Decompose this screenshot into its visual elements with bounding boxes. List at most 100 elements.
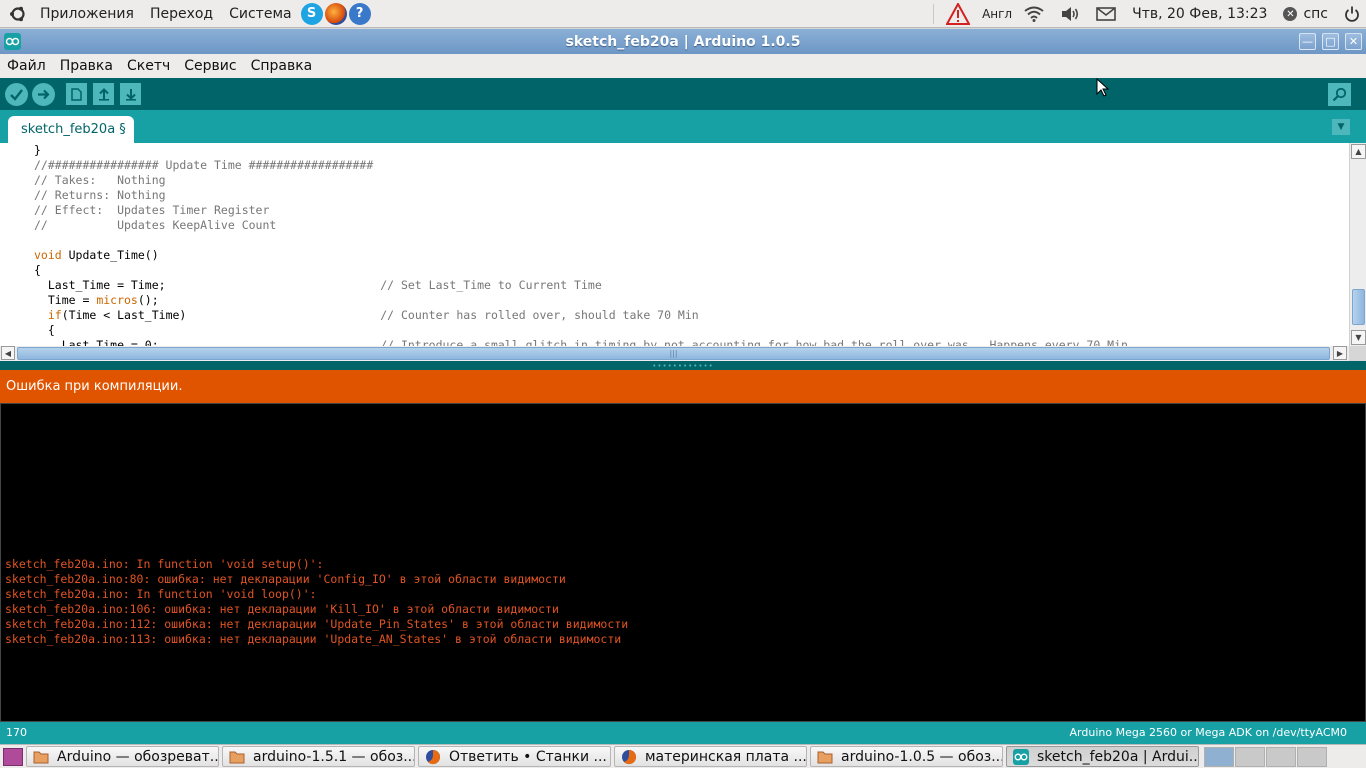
minimize-button[interactable]: — [1299, 33, 1316, 50]
firefox-icon [426, 749, 441, 764]
taskbar-item[interactable]: Ответить • Станки ... [418, 746, 611, 767]
new-button[interactable] [66, 83, 87, 105]
footer-bar: 170 Arduino Mega 2560 or Mega ADK on /de… [0, 722, 1366, 744]
tab-sketch[interactable]: sketch_feb20a § [8, 116, 134, 143]
taskbar-item[interactable]: материнская плата ... [614, 746, 807, 767]
arduino-app-icon[interactable] [4, 33, 21, 50]
menu-help[interactable]: Справка [244, 54, 320, 78]
taskbar-item-active[interactable]: sketch_feb20a | Ardui... [1006, 746, 1199, 767]
scroll-left-arrow-icon[interactable]: ◀ [1, 346, 15, 360]
verify-button[interactable] [5, 83, 28, 106]
workspace-switcher[interactable] [1203, 746, 1327, 767]
menu-edit[interactable]: Правка [53, 54, 120, 78]
taskbar-item-label: материнская плата ... [645, 748, 807, 765]
save-button[interactable] [120, 83, 141, 105]
workspace-1[interactable] [1204, 746, 1234, 767]
help-icon[interactable]: ? [348, 2, 371, 25]
status-bar: Ошибка при компиляции. [0, 370, 1366, 403]
taskbar-item-label: arduino-1.0.5 — обоз... [841, 748, 1003, 765]
code-line: } [34, 143, 41, 157]
menu-file[interactable]: Файл [0, 54, 53, 78]
code-line: { [34, 263, 41, 277]
new-file-icon [71, 87, 82, 101]
horizontal-scroll-thumb[interactable]: ||| [17, 347, 1330, 360]
board-info: Arduino Mega 2560 or Mega ADK on /dev/tt… [1069, 726, 1347, 739]
code-line: if(Time < Last_Time) // Counter has roll… [47, 308, 699, 322]
close-button[interactable]: ✕ [1345, 33, 1362, 50]
keyboard-layout-indicator[interactable]: Англ [980, 0, 1014, 28]
system-tray: Англ Чтв, 20 Фев, 13:23 ✕ спс [931, 0, 1366, 28]
menu-sketch[interactable]: Скетч [120, 54, 177, 78]
tab-bar: sketch_feb20a § ▼ [0, 110, 1366, 143]
code-line: Last_Time = Time; // Set Last_Time to Cu… [34, 278, 602, 292]
scroll-down-arrow-icon[interactable]: ▼ [1351, 330, 1366, 345]
window-title: sketch_feb20a | Arduino 1.0.5 [565, 33, 801, 50]
mail-icon[interactable] [1090, 0, 1122, 28]
console-line: sketch_feb20a.ino:113: ошибка: нет декла… [5, 632, 622, 646]
warning-icon[interactable] [940, 0, 976, 28]
vertical-scroll-thumb[interactable] [1352, 289, 1365, 325]
tab-menu-button[interactable]: ▼ [1332, 119, 1350, 135]
code-line: { [34, 323, 55, 337]
firefox-icon [622, 749, 637, 764]
taskbar: Arduino — обозреват... arduino-1.5.1 — о… [0, 744, 1366, 768]
show-desktop-icon[interactable] [3, 747, 23, 766]
mouse-cursor-icon [1096, 78, 1109, 97]
grip-icon: •••••••••••• [652, 361, 714, 370]
maximize-button[interactable]: □ [1322, 33, 1339, 50]
serial-monitor-button[interactable] [1328, 83, 1351, 106]
taskbar-item-label: Arduino — обозреват... [57, 748, 219, 765]
code-line: // Updates KeepAlive Count [34, 218, 277, 232]
taskbar-item-label: Ответить • Станки ... [449, 748, 607, 765]
code-line: Last_Time = 0; // Introduce a small glit… [34, 338, 1128, 346]
scroll-right-arrow-icon[interactable]: ▶ [1333, 346, 1347, 360]
code-line: Time = micros(); [34, 293, 159, 307]
taskbar-item[interactable]: arduino-1.5.1 — обоз... [222, 746, 415, 767]
checkmark-icon [10, 89, 23, 101]
console-output[interactable]: sketch_feb20a.ino: In function 'void set… [0, 403, 1366, 722]
upload-button[interactable] [32, 83, 55, 106]
code-line: // Takes: Nothing [34, 173, 166, 187]
code-area[interactable]: } //################ Update Time #######… [34, 143, 1344, 346]
folder-icon [229, 751, 245, 763]
panel-menu-applications[interactable]: Приложения [32, 0, 142, 28]
workspace-2[interactable] [1235, 746, 1265, 767]
open-button[interactable] [93, 83, 114, 105]
firefox-icon[interactable] [324, 2, 347, 25]
triangle-down-icon: ▼ [1337, 122, 1345, 132]
user-name: спс [1303, 6, 1328, 22]
arduino-icon [1013, 748, 1029, 765]
skype-icon[interactable]: S [300, 2, 323, 25]
wifi-icon[interactable] [1018, 0, 1050, 28]
line-number: 170 [6, 726, 27, 739]
workspace-3[interactable] [1266, 746, 1296, 767]
menu-tools[interactable]: Сервис [177, 54, 243, 78]
workspace-4[interactable] [1297, 746, 1327, 767]
power-icon[interactable] [1338, 0, 1366, 28]
toolbar [0, 78, 1366, 110]
folder-icon [33, 751, 49, 763]
panel-menu-places[interactable]: Переход [142, 0, 221, 28]
horizontal-scrollbar[interactable]: ◀ ||| ▶ [0, 346, 1349, 361]
console-line: sketch_feb20a.ino:80: ошибка: нет деклар… [5, 572, 566, 586]
code-editor[interactable]: } //################ Update Time #######… [0, 143, 1366, 346]
volume-icon[interactable] [1054, 0, 1086, 28]
editor-console-splitter[interactable]: •••••••••••• [0, 361, 1366, 370]
user-menu[interactable]: ✕ спс [1277, 0, 1334, 28]
menubar: Файл Правка Скетч Сервис Справка [0, 54, 1366, 78]
clock[interactable]: Чтв, 20 Фев, 13:23 [1126, 0, 1273, 28]
console-line: sketch_feb20a.ino:106: ошибка: нет декла… [5, 602, 559, 616]
arrow-up-icon [98, 87, 109, 101]
taskbar-item[interactable]: Arduino — обозреват... [26, 746, 219, 767]
taskbar-item[interactable]: arduino-1.0.5 — обоз... [810, 746, 1003, 767]
ubuntu-logo-icon[interactable] [4, 0, 32, 28]
taskbar-item-label: sketch_feb20a | Ardui... [1037, 748, 1199, 765]
console-line: sketch_feb20a.ino: In function 'void loo… [5, 587, 317, 601]
top-panel: Приложения Переход Система S ? Англ Чтв,… [0, 0, 1366, 28]
window-titlebar[interactable]: sketch_feb20a | Arduino 1.0.5 — □ ✕ [0, 29, 1366, 54]
scroll-up-arrow-icon[interactable]: ▲ [1351, 144, 1366, 159]
vertical-scrollbar[interactable]: ▲ ▼ [1349, 143, 1366, 346]
console-line: sketch_feb20a.ino:112: ошибка: нет декла… [5, 617, 629, 631]
panel-menu-system[interactable]: Система [221, 0, 299, 28]
